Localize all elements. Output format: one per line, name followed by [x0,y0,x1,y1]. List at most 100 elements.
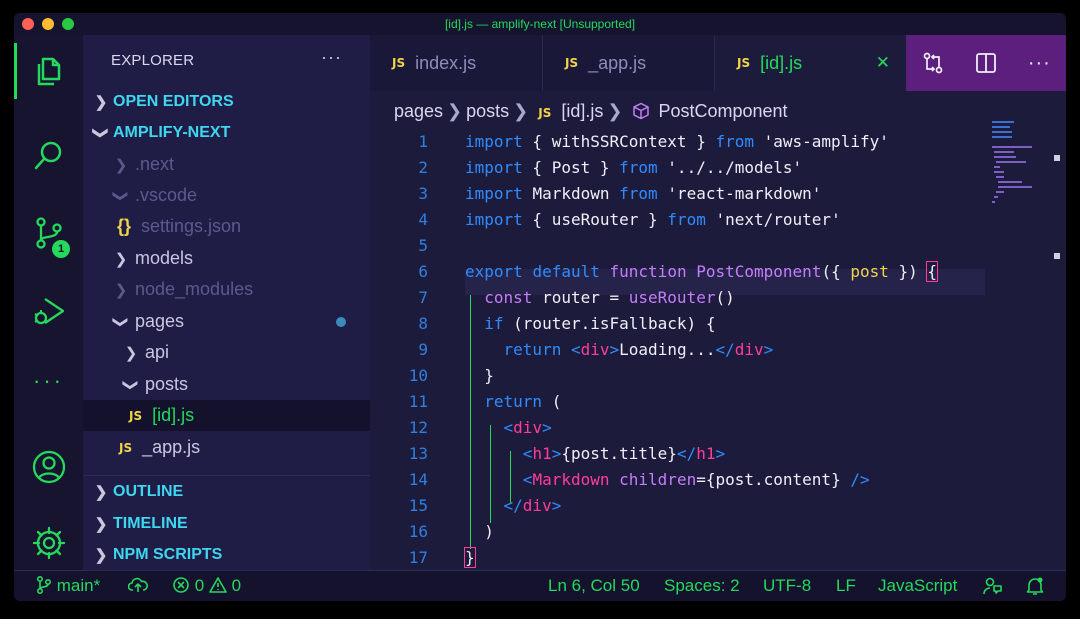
section-label: TIMELINE [113,514,188,532]
bell-icon [1026,577,1044,595]
tree-label: node_modules [135,279,254,299]
chevron-down-icon: ❯ [112,189,129,202]
js-file-icon: JS [538,106,552,120]
code-line: <h1>{post.title}</h1> [522,444,726,463]
tab-index-js[interactable]: JS index.js [370,35,542,91]
chevron-right-icon: ❯ [124,344,138,362]
code-line: <div> [503,418,552,437]
tab-label: _app.js [588,52,647,73]
problems-indicator[interactable]: 0 0 [172,576,241,596]
npm-scripts-section[interactable]: ❯ NPM SCRIPTS [83,539,370,570]
more-actions-icon[interactable]: ··· [1028,52,1051,75]
tree-item-api[interactable]: ❯ api [83,337,370,368]
cube-icon [633,102,650,120]
tree-label: posts [145,374,189,394]
tree-item-id-js[interactable]: JS [id].js [83,400,370,431]
source-control-button[interactable]: 1 [14,205,83,261]
editor-actions: ··· [906,35,1066,91]
settings-button[interactable] [14,515,83,571]
tab-app-js[interactable]: JS _app.js [542,35,714,91]
chevron-right-icon: ❯ [607,101,623,121]
status-bar: main* 0 0 Ln 6, Col 50 Spaces: 2 UTF-8 L… [14,570,1066,601]
feedback-button[interactable] [982,576,1002,597]
code-line: } [465,366,494,385]
run-debug-icon [33,298,64,325]
scm-badge: 1 [50,238,72,260]
tab-label: [id].js [760,52,803,73]
chevron-down-icon: ❯ [112,315,129,328]
tree-label: api [145,342,170,362]
tree-item-posts[interactable]: ❯ posts [83,369,370,400]
line-number: 3 [418,184,428,203]
tree-label: [id].js [152,405,195,425]
activity-bar: 1 ··· [14,35,83,570]
tree-item-models[interactable]: ❯ models [83,243,370,274]
run-debug-button[interactable] [14,283,83,339]
tree-item-next[interactable]: ❯ .next [83,149,370,180]
chevron-right-icon: ❯ [114,156,128,174]
search-icon [34,141,61,170]
code-editor[interactable]: 123456789101112131415161718 import { wit… [370,129,990,593]
explorer-more-button[interactable]: ··· [321,47,342,68]
line-number: 5 [418,236,428,255]
code-line: import { useRouter } from 'next/router' [465,210,841,229]
minimap[interactable] [992,119,1052,209]
outline-section[interactable]: ❯ OUTLINE [83,476,370,507]
cloud-upload-icon [127,577,148,592]
tree-label: .next [135,154,175,174]
tree-item-app-js[interactable]: JS _app.js [83,432,370,463]
tab-close-button[interactable]: ✕ [876,53,890,73]
breadcrumb-item[interactable]: PostComponent [658,101,787,121]
branch-indicator[interactable]: main* [36,575,100,596]
more-button[interactable]: ··· [14,353,83,409]
compare-changes-icon[interactable] [921,51,945,75]
search-button[interactable] [14,127,83,183]
open-editors-section[interactable]: ❯ OPEN EDITORS [83,86,370,117]
line-number: 4 [418,210,428,229]
tab-bar: JS index.js JS _app.js JS [id].js ✕ ··· [370,35,1066,91]
tab-id-js[interactable]: JS [id].js ✕ [714,35,906,91]
breadcrumb-item[interactable]: [id].js [561,101,603,121]
breadcrumb-item[interactable]: pages [394,101,443,121]
branch-icon [36,575,52,595]
cursor-position[interactable]: Ln 6, Col 50 [548,576,640,596]
chevron-right-icon: ❯ [114,250,128,268]
notifications-button[interactable] [1026,576,1044,597]
tree-label: _app.js [142,437,201,457]
editor-area: JS index.js JS _app.js JS [id].js ✕ ··· … [370,35,1066,593]
end-of-line[interactable]: LF [836,576,856,596]
js-file-icon: JS [392,56,406,70]
breadcrumb-item[interactable]: posts [466,101,509,121]
js-file-icon: JS [737,56,751,70]
files-icon [37,57,61,86]
chevron-down-icon: ❯ [92,126,109,139]
tree-item-pages[interactable]: ❯ pages [83,306,370,337]
split-editor-icon[interactable] [975,52,997,74]
error-count: 0 [194,576,205,595]
account-button[interactable] [14,439,83,495]
line-number: 12 [408,418,428,437]
code-line: } [464,547,476,568]
feedback-icon [983,577,1002,595]
title-bar: [id].js — amplify-next [Unsupported] [14,13,1066,35]
tree-item-vscode[interactable]: ❯ .vscode [83,180,370,211]
tree-item-settings-json[interactable]: {} settings.json [83,211,370,242]
explorer-button[interactable] [14,43,83,99]
chevron-right-icon: ❯ [94,546,108,564]
encoding[interactable]: UTF-8 [763,576,811,596]
project-section[interactable]: ❯ AMPLIFY-NEXT [83,117,370,148]
line-number: 1 [418,132,428,151]
warning-count: 0 [231,576,242,595]
error-icon [173,577,189,593]
line-number: 17 [408,548,428,567]
tree-label: models [135,248,194,268]
language-mode[interactable]: JavaScript [878,576,957,596]
indentation[interactable]: Spaces: 2 [664,576,740,596]
tree-item-node-modules[interactable]: ❯ node_modules [83,274,370,305]
json-icon: {} [117,216,132,236]
line-number: 16 [408,522,428,541]
vscode-window: [id].js — amplify-next [Unsupported] 1 ·… [14,13,1066,601]
code-line: if (router.isFallback) { [484,314,716,333]
timeline-section[interactable]: ❯ TIMELINE [83,508,370,539]
sync-button[interactable] [127,576,148,596]
